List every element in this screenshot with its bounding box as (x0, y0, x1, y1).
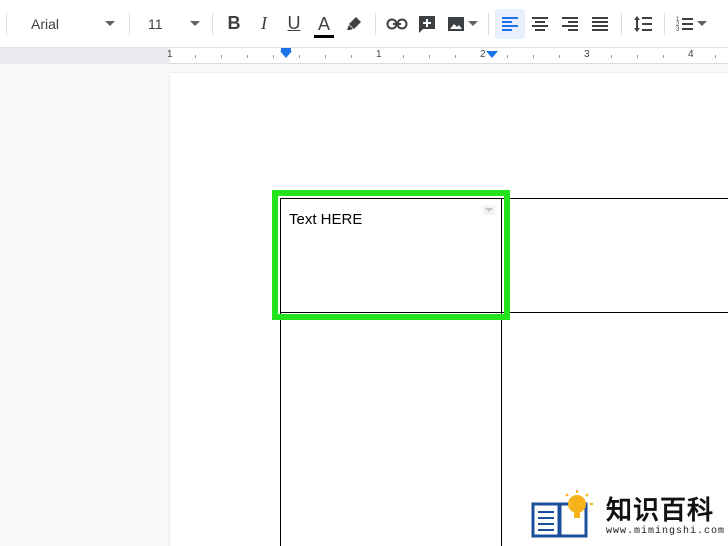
chevron-down-icon (190, 21, 200, 26)
ruler-label: 3 (584, 49, 590, 60)
align-left-button[interactable] (495, 8, 525, 39)
add-comment-icon (419, 15, 435, 33)
book-lightbulb-logo (531, 490, 593, 538)
numbered-list-button[interactable]: 1 2 3 (671, 9, 711, 39)
ruler-tick (507, 55, 508, 58)
insert-image-icon (447, 16, 464, 31)
line-spacing-icon (634, 15, 652, 32)
right-indent-marker[interactable] (486, 51, 498, 58)
table-cell[interactable] (280, 312, 502, 546)
underline-button[interactable]: U (279, 9, 309, 39)
chevron-down-icon (467, 21, 478, 26)
ruler-left-margin (0, 48, 170, 64)
chevron-down-icon (105, 21, 115, 26)
cell-menu-button[interactable] (483, 205, 495, 215)
justify-icon (592, 16, 608, 31)
ruler-tick (715, 55, 716, 58)
highlight-icon (347, 16, 361, 30)
text-color-button[interactable]: A (309, 9, 339, 39)
line-spacing-button[interactable] (628, 9, 658, 39)
numbered-list-icon: 1 2 3 (676, 17, 693, 33)
ruler-tick (299, 55, 300, 58)
font-family-select[interactable]: Arial (13, 9, 123, 39)
align-right-button[interactable] (555, 9, 585, 39)
cell-text[interactable]: Text HERE (289, 211, 362, 228)
watermark-text: 知识百科 www.mimingshi.com (606, 496, 725, 537)
ruler-tick (533, 55, 534, 58)
ruler-tick (403, 55, 404, 58)
ruler-label: 1 (376, 49, 382, 60)
ruler-tick (611, 55, 612, 58)
watermark-title: 知识百科 (606, 495, 715, 526)
ruler-label: 2 (480, 49, 486, 60)
underline-icon: U (287, 13, 301, 33)
chevron-down-icon (485, 208, 493, 212)
bold-icon: B (227, 13, 241, 33)
ruler-label: 4 (688, 49, 694, 60)
document-page[interactable]: Text HERE (170, 73, 728, 546)
text-color-letter: A (317, 13, 330, 34)
watermark-url: www.mimingshi.com (606, 525, 726, 537)
align-center-button[interactable] (525, 9, 555, 39)
align-center-icon (532, 16, 548, 31)
italic-icon: I (261, 13, 267, 33)
justify-button[interactable] (585, 9, 615, 39)
toolbar-divider (488, 12, 489, 35)
align-right-icon (562, 16, 578, 31)
ruler-label: 1 (167, 49, 173, 60)
font-size-value: 11 (148, 15, 163, 32)
text-color-icon: A (313, 13, 334, 38)
toolbar-divider (212, 12, 213, 35)
ruler-tick (195, 55, 196, 58)
ruler-tick (221, 55, 222, 58)
font-family-value: Arial (31, 15, 60, 32)
insert-link-button[interactable] (382, 9, 412, 39)
link-icon (386, 18, 408, 29)
toolbar-divider (129, 12, 130, 35)
ruler-tick (559, 55, 560, 58)
ruler-tick (663, 55, 664, 58)
add-comment-button[interactable] (412, 9, 442, 39)
ruler-tick (273, 55, 274, 58)
font-size-select[interactable]: 11 (136, 9, 206, 39)
ruler-tick (325, 55, 326, 58)
ruler-tick (455, 55, 456, 58)
chevron-down-icon (696, 21, 707, 26)
highlight-color-button[interactable] (339, 9, 369, 39)
toolbar-divider (621, 12, 622, 35)
watermark: 知识百科 www.mimingshi.com (528, 486, 728, 546)
toolbar-divider (664, 12, 665, 35)
left-indent-marker[interactable] (280, 51, 292, 58)
toolbar-divider (6, 12, 7, 35)
document-canvas[interactable]: Text HERE (0, 65, 728, 546)
horizontal-ruler[interactable]: 1 1 2 3 4 (0, 48, 728, 64)
text-color-swatch (313, 34, 334, 38)
insert-image-button[interactable] (442, 9, 482, 39)
docs-editor: Arial 11 B I U A 1 2 3 1 1 2 3 4 Text HE… (0, 0, 728, 546)
italic-button[interactable]: I (249, 9, 279, 39)
table-cell[interactable]: Text HERE (280, 198, 502, 313)
svg-text:3: 3 (676, 27, 680, 33)
table-cell[interactable] (501, 198, 728, 313)
ruler-tick (637, 55, 638, 58)
ruler-tick (247, 55, 248, 58)
bold-button[interactable]: B (219, 9, 249, 39)
toolbar-divider (375, 12, 376, 35)
ruler-tick (429, 55, 430, 58)
align-left-icon (502, 16, 518, 31)
ruler-tick (351, 55, 352, 58)
formatting-toolbar: Arial 11 B I U A 1 2 3 (0, 0, 728, 48)
